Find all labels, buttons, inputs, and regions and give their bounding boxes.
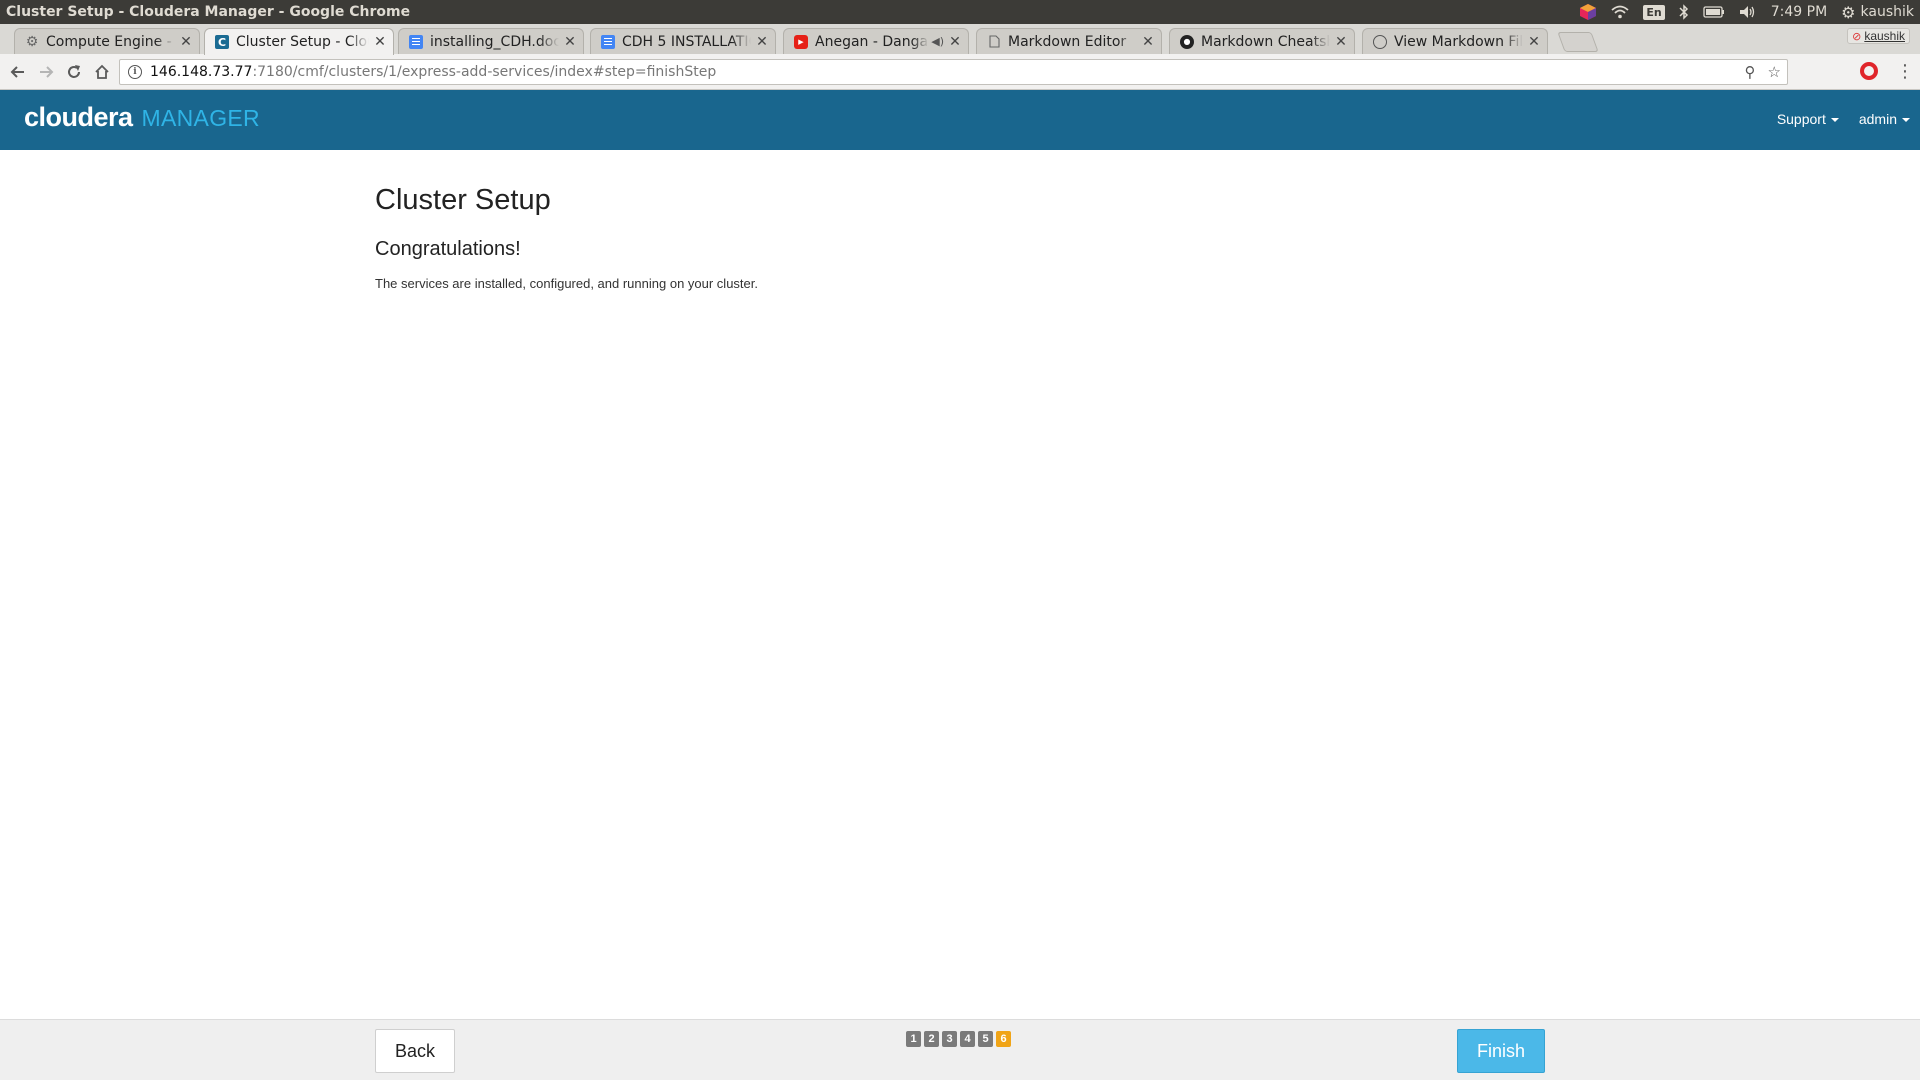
step-badge-current: 6	[996, 1031, 1011, 1047]
system-tray: En 7:49 PM ⚙ kaushik	[1579, 0, 1914, 24]
tab-title: Cluster Setup - Clou	[236, 34, 369, 50]
chrome-menu-icon[interactable]: ⋮	[1896, 62, 1914, 80]
key-icon[interactable]: ⚲	[1745, 63, 1756, 81]
page-title: Cluster Setup	[375, 184, 551, 216]
globe-icon	[1373, 34, 1387, 49]
window-title: Cluster Setup - Cloudera Manager - Googl…	[6, 4, 411, 20]
tab-title: installing_CDH.doc	[430, 33, 559, 50]
header-nav: Support admin	[1777, 111, 1910, 127]
wifi-icon[interactable]	[1611, 5, 1629, 19]
back-arrow-icon[interactable]	[7, 61, 29, 83]
close-icon[interactable]: ✕	[755, 34, 769, 50]
session-user-name: kaushik	[1860, 4, 1914, 20]
audio-playing-icon[interactable]: ◀)	[931, 35, 944, 48]
support-menu-label: Support	[1776, 111, 1826, 127]
wizard-footer: Back 1 2 3 4 5 6 Finish	[0, 1019, 1920, 1080]
keyboard-layout-indicator[interactable]: En	[1643, 4, 1665, 20]
settings-gear-icon: ⚙	[1841, 2, 1856, 22]
bookmark-star-icon[interactable]: ☆	[1768, 63, 1781, 81]
reload-icon[interactable]	[63, 61, 85, 83]
site-info-icon[interactable]: i	[128, 65, 142, 79]
address-bar[interactable]: i 146.148.73.77 :7180/cmf/clusters/1/exp…	[119, 59, 1788, 85]
app-indicator-icon[interactable]	[1579, 3, 1597, 21]
cloudera-c-icon: C	[215, 35, 229, 49]
close-icon[interactable]: ✕	[1141, 34, 1155, 50]
os-top-panel: Cluster Setup - Cloudera Manager - Googl…	[0, 0, 1920, 24]
completion-message: The services are installed, configured, …	[375, 276, 758, 291]
back-button[interactable]: Back	[375, 1029, 455, 1073]
clock[interactable]: 7:49 PM	[1771, 4, 1827, 20]
browser-tab[interactable]: installing_CDH.doc ✕	[398, 28, 584, 54]
tab-title: Markdown Cheatsh	[1201, 33, 1330, 50]
bluetooth-icon[interactable]	[1679, 4, 1689, 20]
opera-extension-icon[interactable]	[1860, 62, 1878, 80]
cloudera-header: cloudera MANAGER Support admin	[0, 90, 1920, 150]
profile-icon: ⊘	[1852, 30, 1862, 43]
step-badge: 2	[924, 1031, 939, 1047]
url-path: :7180/cmf/clusters/1/express-add-service…	[252, 64, 717, 80]
browser-tab-strip: ⚙ Compute Engine - M ✕ C Cluster Setup -…	[0, 24, 1920, 55]
close-icon[interactable]: ✕	[563, 34, 577, 50]
github-icon: ●	[1180, 34, 1194, 49]
browser-tab[interactable]: ● Markdown Cheatsh ✕	[1169, 28, 1355, 54]
browser-toolbar: i 146.148.73.77 :7180/cmf/clusters/1/exp…	[0, 54, 1920, 90]
close-icon[interactable]: ✕	[1334, 34, 1348, 50]
profile-name: kaushik	[1864, 29, 1905, 43]
close-icon[interactable]: ✕	[1527, 34, 1541, 50]
new-tab-button[interactable]	[1557, 32, 1599, 52]
close-icon[interactable]: ✕	[948, 34, 962, 50]
browser-tab[interactable]: ▶ Anegan - Danga I ◀) ✕	[783, 28, 969, 54]
caret-down-icon	[1830, 118, 1839, 123]
tab-title: Compute Engine - M	[46, 33, 175, 50]
browser-tab[interactable]: Markdown Editor ✕	[976, 28, 1162, 54]
profile-button[interactable]: ⊘ kaushik	[1847, 28, 1910, 44]
gear-icon: ⚙	[25, 33, 39, 50]
support-menu[interactable]: Support	[1777, 111, 1839, 127]
session-menu[interactable]: ⚙ kaushik	[1841, 3, 1914, 22]
cloudera-manager-logo[interactable]: cloudera MANAGER	[24, 102, 260, 133]
step-badge: 1	[906, 1031, 921, 1047]
forward-arrow-icon[interactable]	[35, 61, 57, 83]
wizard-step-indicator: 1 2 3 4 5 6	[906, 1031, 1011, 1047]
youtube-icon: ▶	[794, 34, 808, 49]
congratulations-heading: Congratulations!	[375, 238, 521, 260]
close-icon[interactable]: ✕	[179, 34, 193, 50]
close-icon[interactable]: ✕	[373, 34, 387, 50]
finish-button[interactable]: Finish	[1457, 1029, 1545, 1073]
step-badge: 3	[942, 1031, 957, 1047]
admin-menu-label: admin	[1858, 111, 1897, 127]
logo-brand: cloudera	[24, 102, 133, 132]
tab-title: View Markdown Fil	[1394, 33, 1523, 50]
docs-icon	[409, 34, 423, 49]
browser-tab[interactable]: View Markdown Fil ✕	[1362, 28, 1548, 54]
battery-icon[interactable]	[1703, 6, 1725, 18]
docs-icon	[601, 34, 615, 49]
tab-title: Anegan - Danga I	[815, 33, 930, 50]
browser-tab[interactable]: CDH 5 INSTALLATIC ✕	[590, 28, 776, 54]
page-icon	[987, 35, 1001, 49]
step-badge: 4	[960, 1031, 975, 1047]
browser-tab[interactable]: ⚙ Compute Engine - M ✕	[14, 28, 200, 54]
tab-title: CDH 5 INSTALLATIC	[622, 33, 751, 50]
logo-product: MANAGER	[141, 105, 260, 131]
caret-down-icon	[1902, 118, 1910, 123]
home-icon[interactable]	[91, 61, 113, 83]
browser-tab-active[interactable]: C Cluster Setup - Clou ✕	[204, 28, 394, 55]
tab-title: Markdown Editor	[1008, 33, 1127, 50]
admin-menu[interactable]: admin	[1859, 111, 1910, 127]
volume-icon[interactable]	[1739, 5, 1757, 19]
step-badge: 5	[978, 1031, 993, 1047]
url-host: 146.148.73.77	[150, 64, 253, 80]
